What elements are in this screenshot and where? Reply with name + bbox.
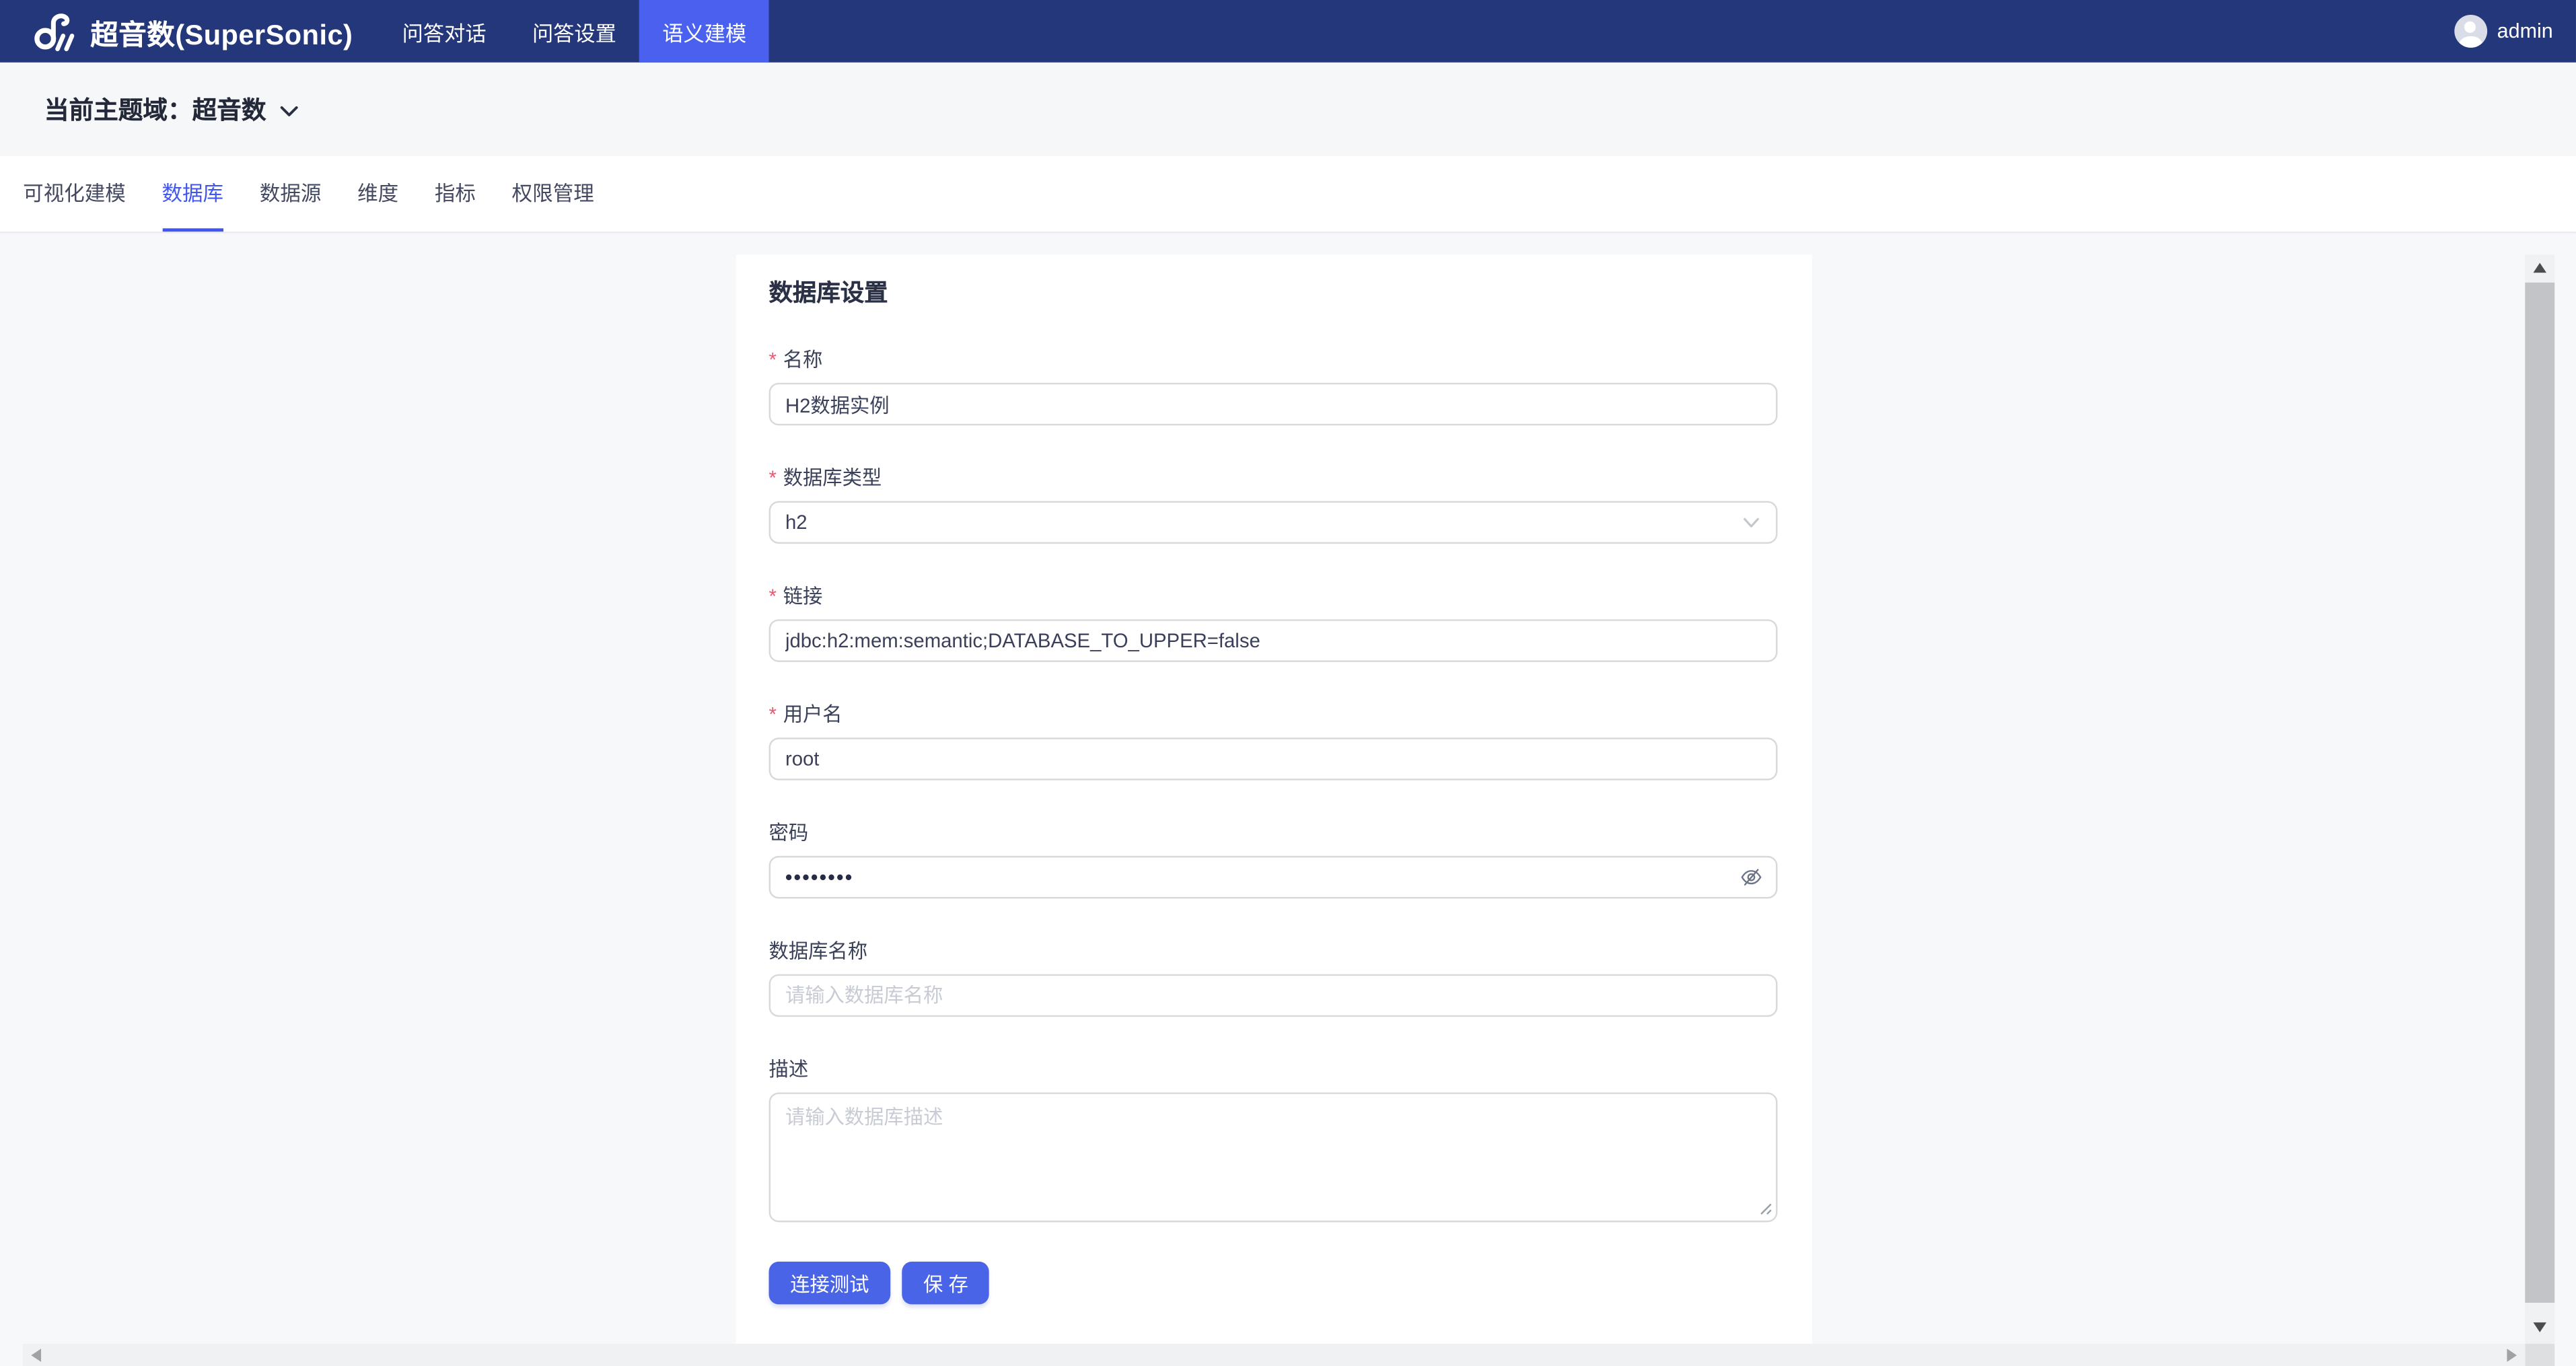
form-row-database-name: 数据库名称: [768, 938, 1778, 1017]
content-area: 数据库设置 * 名称 * 数据库类型 h2: [0, 233, 2576, 1366]
tab-bar: 可视化建模 数据库 数据源 维度 指标 权限管理: [0, 155, 2576, 233]
card-title: 数据库设置: [768, 281, 888, 308]
user-menu[interactable]: admin: [2454, 0, 2576, 63]
username-input[interactable]: [768, 738, 1778, 781]
vertical-scrollbar-thumb[interactable]: [2525, 282, 2555, 1303]
database-name-label: 数据库名称: [768, 939, 868, 963]
name-label: * 名称: [769, 347, 1778, 375]
db-type-selected-value: h2: [785, 511, 808, 534]
domain-bar: 当前主题域：超音数: [0, 62, 2576, 156]
form-row-name: * 名称: [768, 347, 1778, 426]
db-type-select[interactable]: h2: [768, 501, 1778, 544]
topbar: 超音数(SuperSonic) 问答对话 问答设置 语义建模 admin: [0, 0, 2576, 63]
tab-database[interactable]: 数据库: [162, 156, 223, 232]
top-nav: 问答对话 问答设置 语义建模: [379, 0, 770, 63]
scroll-down-icon: [2533, 1322, 2547, 1332]
scroll-up-icon: [2533, 262, 2547, 273]
connection-test-button[interactable]: 连接测试: [768, 1261, 891, 1305]
user-avatar: [2454, 14, 2488, 48]
vertical-scrollbar[interactable]: [2525, 254, 2555, 1344]
nav-item-qa-chat[interactable]: 问答对话: [379, 0, 509, 63]
save-button[interactable]: 保 存: [902, 1261, 990, 1305]
tab-visual-modeling[interactable]: 可视化建模: [23, 156, 126, 231]
nav-item-qa-settings[interactable]: 问答设置: [509, 0, 639, 63]
required-mark: *: [768, 466, 777, 490]
form-row-url: * 链接: [768, 583, 1778, 662]
jdbc-url-input[interactable]: [768, 619, 1778, 662]
horizontal-scrollbar[interactable]: [23, 1343, 2526, 1366]
required-mark: *: [768, 348, 777, 371]
select-arrow-icon: [1743, 517, 1759, 528]
tab-metric[interactable]: 指标: [435, 156, 476, 231]
tab-permission[interactable]: 权限管理: [512, 156, 594, 231]
tab-datasource[interactable]: 数据源: [260, 156, 322, 231]
url-label: * 链接: [769, 583, 1778, 612]
current-domain-label[interactable]: 当前主题域：超音数: [44, 92, 266, 127]
nav-item-semantic-modeling[interactable]: 语义建模: [639, 0, 770, 63]
description-textarea[interactable]: [768, 1092, 1778, 1223]
form-actions: 连接测试 保 存: [768, 1261, 1778, 1305]
database-name-input[interactable]: [768, 974, 1778, 1017]
scroll-down-button[interactable]: [2525, 1314, 2555, 1341]
scroll-left-icon[interactable]: [31, 1349, 42, 1362]
description-label: 描述: [768, 1058, 809, 1081]
password-input[interactable]: [768, 855, 1778, 899]
form-row-username: * 用户名: [768, 701, 1778, 781]
form-row-password: 密码: [768, 820, 1778, 899]
eye-invisible-icon[interactable]: [1740, 866, 1762, 889]
required-mark: *: [768, 585, 777, 608]
form-row-description: 描述: [768, 1056, 1778, 1223]
tab-dimension[interactable]: 维度: [357, 156, 398, 231]
username: admin: [2497, 20, 2553, 43]
scrollbar-corner: [2525, 1343, 2555, 1366]
username-label: * 用户名: [769, 701, 1778, 729]
brand-title: 超音数(SuperSonic): [90, 19, 353, 50]
db-type-label: * 数据库类型: [769, 465, 1778, 493]
chevron-down-icon[interactable]: [279, 105, 299, 118]
scroll-right-icon[interactable]: [2507, 1349, 2517, 1362]
scroll-up-button[interactable]: [2525, 254, 2555, 281]
app-root: 超音数(SuperSonic) 问答对话 问答设置 语义建模 admin 当前主…: [0, 0, 2576, 1366]
form-row-db-type: * 数据库类型 h2: [768, 465, 1778, 544]
name-input[interactable]: [768, 382, 1778, 426]
brand-logo[interactable]: 超音数(SuperSonic): [0, 0, 353, 63]
required-mark: *: [768, 703, 777, 727]
database-settings-card: 数据库设置 * 名称 * 数据库类型 h2: [736, 254, 1812, 1344]
password-label: 密码: [768, 821, 809, 844]
supersonic-logo-icon: [31, 9, 75, 53]
